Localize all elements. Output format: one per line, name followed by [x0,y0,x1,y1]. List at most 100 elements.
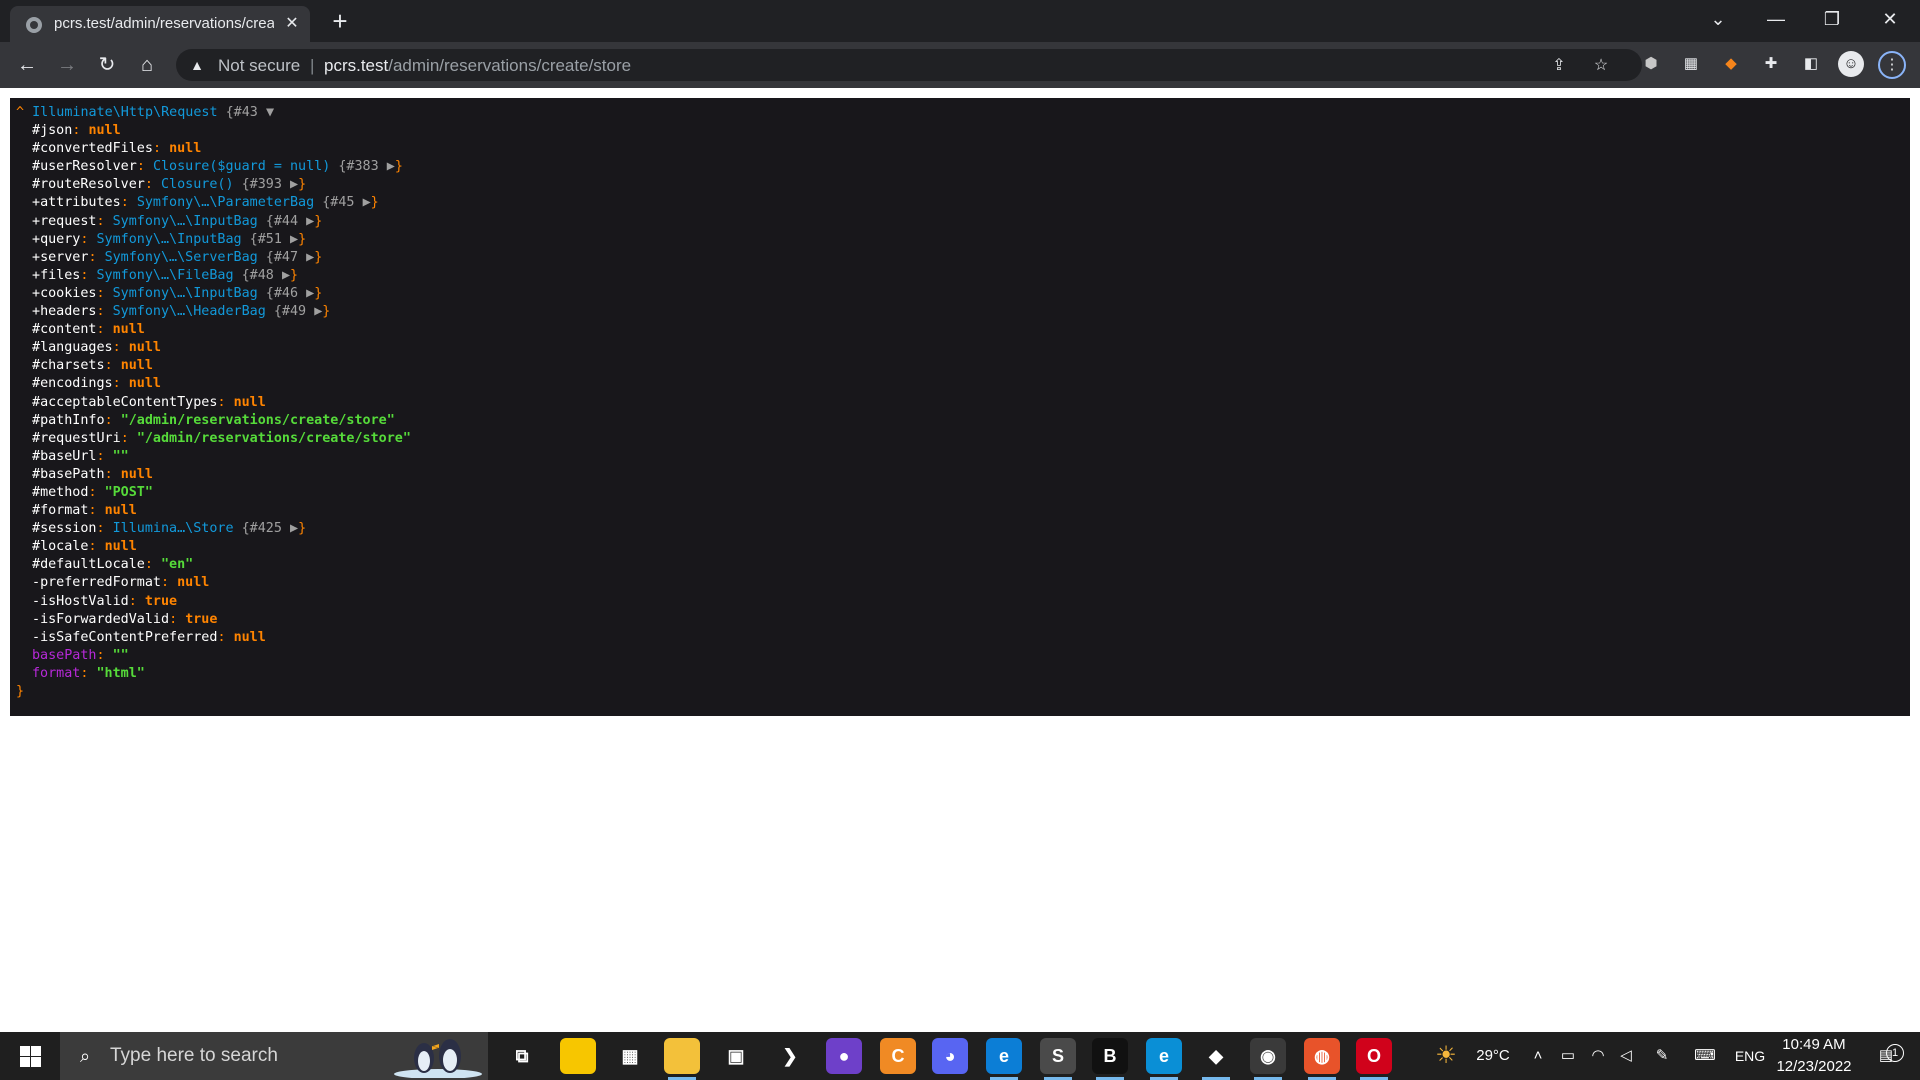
expand-arrow-icon[interactable]: ▶ [306,214,314,229]
bookmark-star-icon[interactable]: ☆ [1590,55,1612,77]
property-value: Symfony\…\InputBag [112,285,258,301]
tab-search-dropdown-icon[interactable]: ⌄ [1690,0,1746,40]
object-close-brace: } [314,285,323,301]
collapse-caret[interactable]: ^ [16,105,24,120]
task-view-icon[interactable]: ⧉ [504,1038,540,1074]
property-colon: : [88,484,105,500]
weather-temp[interactable]: 29°C [1468,1032,1518,1080]
browser-tab[interactable]: pcrs.test/admin/reservations/create/stor… [10,6,310,42]
property-value: null [128,340,161,356]
show-hidden-icons-chevron-icon[interactable]: ˄ [1526,1032,1550,1080]
expand-arrow-icon[interactable]: ▶ [290,177,298,192]
tab-close-icon[interactable]: ✕ [280,12,304,36]
dump-footer: } [16,683,1896,701]
share-icon[interactable]: ⇪ [1548,55,1570,77]
microsoft-store-icon[interactable]: ▦ [612,1038,648,1074]
ccleaner-icon[interactable]: C [880,1038,916,1074]
input-language[interactable]: ENG [1730,1032,1770,1080]
start-button[interactable] [0,1032,60,1080]
not-secure-label[interactable]: Not secure [218,56,300,76]
control-panel-icon[interactable]: ▣ [718,1038,754,1074]
object-ref: {#45 [314,195,363,211]
pen-workspace-icon[interactable]: ✎ [1650,1032,1674,1080]
property-value: "html" [96,665,145,681]
profile-avatar-icon[interactable]: ☺ [1838,51,1864,77]
touch-keyboard-icon[interactable]: ⌨ [1688,1032,1722,1080]
address-bar[interactable]: ▲ Not secure | pcrs.test/admin/reservati… [176,49,1642,81]
sticky-notes-icon[interactable] [560,1038,596,1074]
edge-icon[interactable]: e [1146,1038,1182,1074]
property-colon: : [88,539,105,555]
puzzle-extensions-icon[interactable]: ✚ [1758,51,1784,77]
property-key: isForwardedValid [40,611,170,627]
property-colon: : [96,448,113,464]
opera-icon[interactable]: O [1356,1038,1392,1074]
object-close-brace: } [298,231,307,247]
weather-icon[interactable]: ☀ [1426,1032,1466,1080]
extension-cube-icon[interactable]: ⬢ [1638,51,1664,77]
clock-time[interactable]: 10:49 AM [1772,1036,1856,1053]
git-bash-icon[interactable]: ❯ [772,1038,808,1074]
expand-arrow-icon[interactable]: ▶ [282,268,290,283]
notification-count-badge: 1 [1886,1044,1904,1062]
edge-dev-icon[interactable]: e [986,1038,1022,1074]
dump-property-row: #locale: null [16,538,1896,556]
discord-icon[interactable]: ◕ [932,1038,968,1074]
dump-property-row: #pathInfo: "/admin/reservations/create/s… [16,412,1896,430]
expand-arrow-icon[interactable]: ▶ [306,286,314,301]
property-visibility: # [32,503,41,519]
back-button[interactable]: ← [12,50,42,80]
volume-icon[interactable]: ◁ [1614,1032,1638,1080]
taskbar-search[interactable]: ⌕ Type here to search [60,1032,488,1080]
warning-icon[interactable]: ▲ [188,56,206,74]
sublime-text-icon[interactable]: S [1040,1038,1076,1074]
property-colon: : [144,557,161,573]
side-panel-icon[interactable]: ◧ [1798,51,1824,77]
expand-arrow-icon[interactable]: ▶ [290,521,298,536]
dump-property-row: -isForwardedValid: true [16,611,1896,629]
clock-date[interactable]: 12/23/2022 [1772,1058,1856,1075]
object-close-brace: } [370,195,379,211]
dump-toggle-icon[interactable]: ▼ [266,105,274,120]
property-visibility: # [32,177,41,193]
reload-button[interactable]: ↻ [92,50,122,80]
property-colon: : [217,629,234,645]
property-visibility: + [32,285,41,301]
chrome-icon[interactable]: ◉ [1250,1038,1286,1074]
menu-dots-icon[interactable]: ⋮ [1878,51,1906,79]
battery-icon[interactable]: ▭ [1556,1032,1580,1080]
metamask-fox-icon[interactable]: ◆ [1718,51,1744,77]
brave-bitcoin-icon[interactable]: B [1092,1038,1128,1074]
expand-arrow-icon[interactable]: ▶ [387,159,395,174]
property-value: "/admin/reservations/create/store" [136,430,411,446]
file-explorer-icon[interactable] [664,1038,700,1074]
github-desktop-icon[interactable]: ● [826,1038,862,1074]
expand-arrow-icon[interactable]: ▶ [363,195,371,210]
firefox-icon[interactable]: ◍ [1304,1038,1340,1074]
expand-arrow-icon[interactable]: ▶ [306,250,314,265]
property-colon: : [88,249,105,265]
property-key: convertedFiles [40,141,153,157]
dump-property-row: +headers: Symfony\…\HeaderBag {#49 ▶} [16,303,1896,321]
property-colon: : [112,376,129,392]
qr-translate-icon[interactable]: ▦ [1678,51,1704,77]
object-ref: {#425 [233,521,290,537]
wifi-icon[interactable]: ◠ [1586,1032,1610,1080]
forward-button[interactable]: → [52,50,82,80]
property-key: files [40,267,81,283]
property-colon: : [120,430,137,446]
property-value: Illumina…\Store [112,521,234,537]
git-icon[interactable]: ◆ [1198,1038,1234,1074]
dump-object-ref: {#43 [225,105,258,120]
home-button[interactable]: ⌂ [132,50,162,80]
minimize-button[interactable]: — [1748,0,1804,40]
object-ref: {#47 [257,249,307,265]
expand-arrow-icon[interactable]: ▶ [290,232,298,247]
close-window-button[interactable]: ✕ [1862,0,1918,40]
new-tab-button[interactable]: + [326,8,354,36]
url-text[interactable]: pcrs.test/admin/reservations/create/stor… [324,56,631,76]
dump-property-row: #routeResolver: Closure() {#393 ▶} [16,176,1896,194]
property-colon: : [104,412,121,428]
restore-button[interactable]: ❐ [1804,0,1860,40]
property-value: Symfony\…\InputBag [112,213,258,229]
